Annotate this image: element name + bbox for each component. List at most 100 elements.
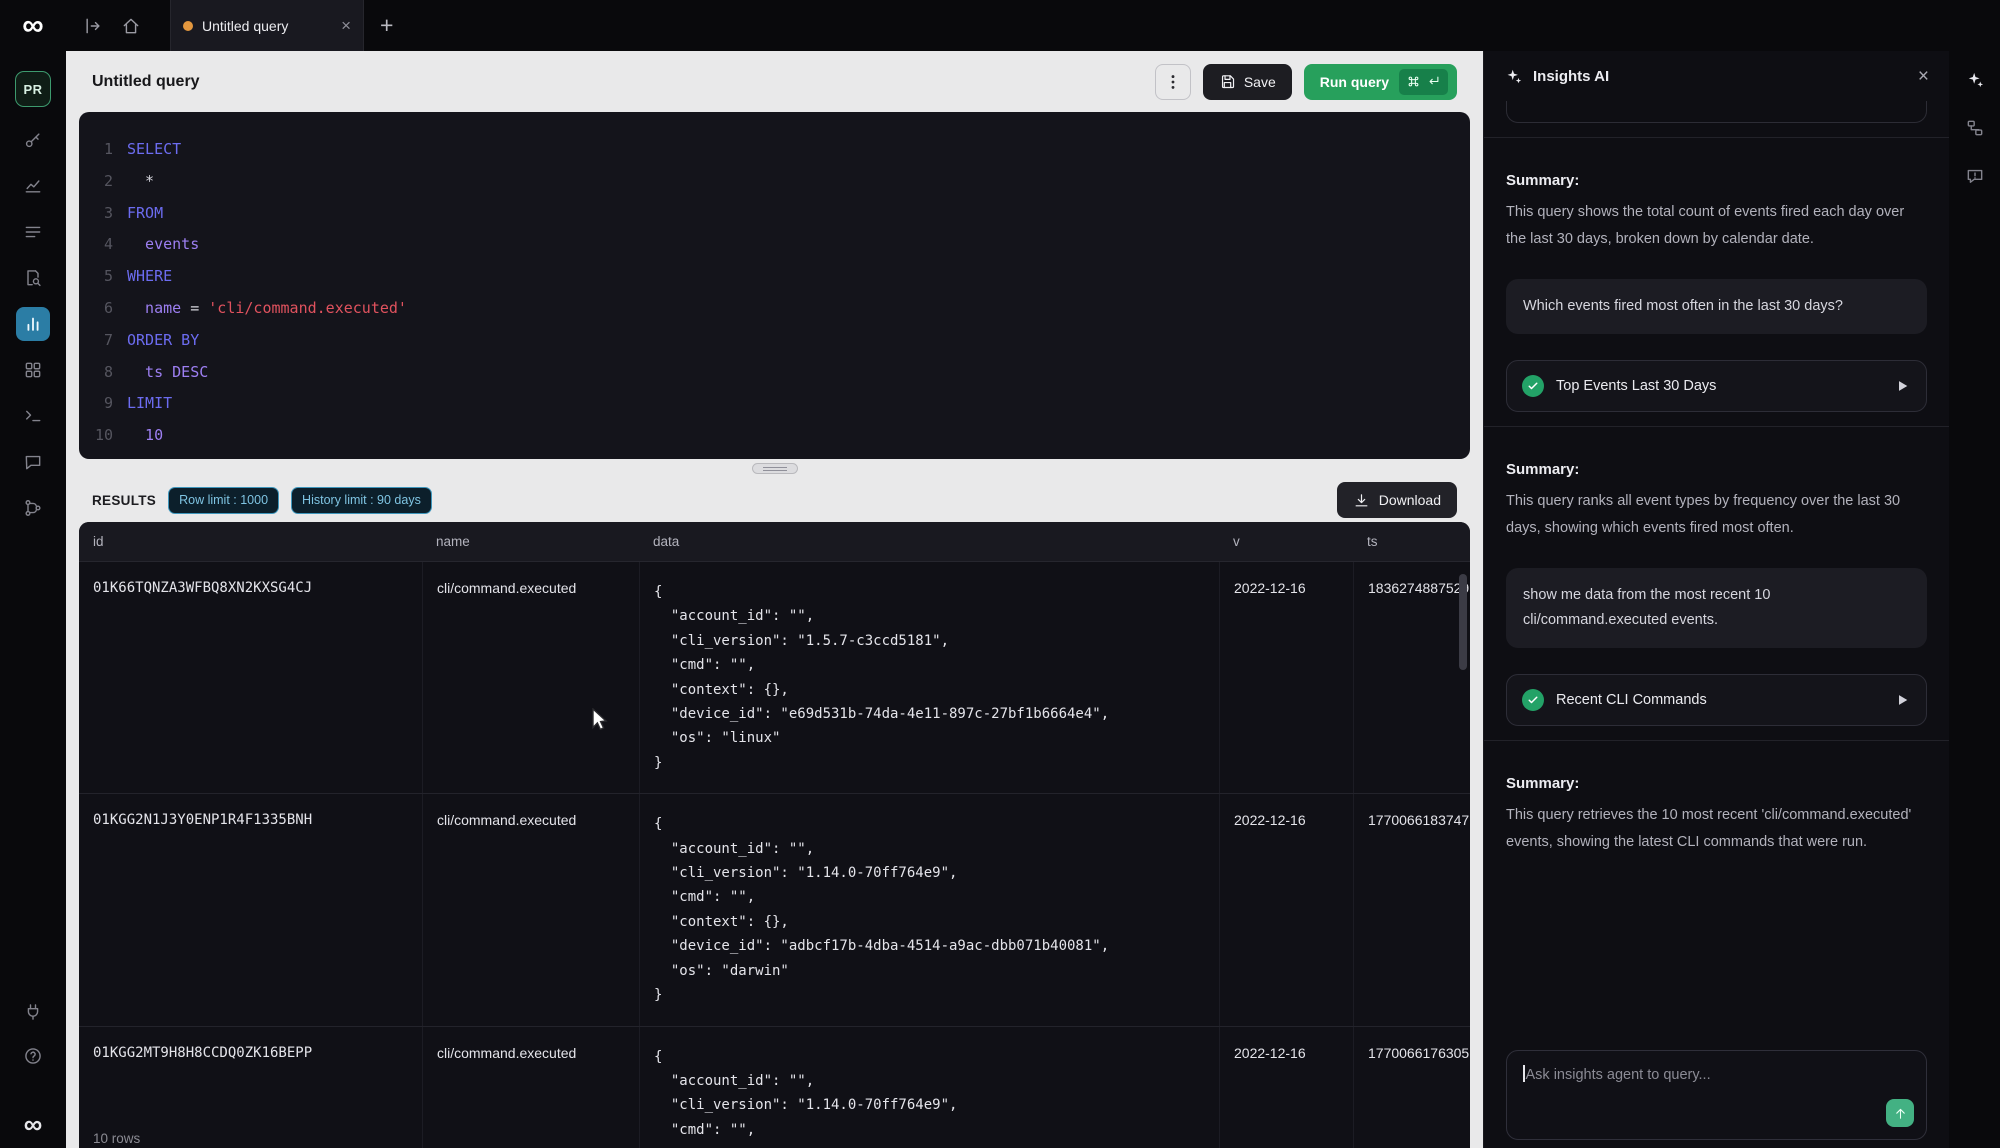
cell-data: { "account_id": "", "cli_version": "1.14… [639, 1027, 1219, 1148]
insights-input[interactable]: Ask insights agent to query... [1506, 1050, 1927, 1140]
save-button[interactable]: Save [1203, 64, 1292, 100]
row-count: 10 rows [93, 1131, 140, 1146]
sidebar-item-plug[interactable] [16, 995, 50, 1029]
play-icon[interactable] [1893, 691, 1911, 709]
tab-title: Untitled query [202, 18, 332, 34]
splitter-row [66, 459, 1483, 478]
summary-text: This query ranks all event types by freq… [1506, 488, 1927, 542]
new-tab-button[interactable]: + [380, 14, 393, 37]
footer-logo: ∞ [24, 1109, 43, 1140]
workspace-avatar[interactable]: PR [15, 71, 51, 107]
insights-ai-panel: Insights AI × Summary:This query shows t… [1483, 51, 1949, 1148]
line-number: 6 [79, 293, 113, 325]
summary-title: Summary: [1506, 775, 1927, 792]
column-header-ts[interactable]: ts [1353, 534, 1470, 549]
right-rail-item-hierarchy[interactable] [1958, 111, 1992, 145]
key-icon [23, 130, 43, 150]
home-button[interactable] [114, 9, 148, 43]
main-area: Untitled query Save Run query 1234567891… [66, 51, 1483, 1148]
kebab-icon [1163, 72, 1183, 92]
column-header-v[interactable]: v [1219, 534, 1353, 549]
line-number: 2 [79, 166, 113, 198]
collapse-sidebar-button[interactable] [76, 9, 110, 43]
results-toolbar: RESULTS Row limit : 1000History limit : … [66, 478, 1483, 522]
cell-ts: 1770066176305 [1353, 1027, 1470, 1148]
sidebar-item-help[interactable] [16, 1039, 50, 1073]
query-card[interactable]: Top Events Last 30 Days [1506, 360, 1927, 412]
insights-icon-slot [1504, 67, 1523, 86]
query-card-label: Top Events Last 30 Days [1556, 378, 1881, 394]
sidebar-item-grid[interactable] [16, 353, 50, 387]
cell-data: { "account_id": "", "cli_version": "1.5.… [639, 562, 1219, 793]
sidebar-item-key[interactable] [16, 123, 50, 157]
insights-title: Insights AI [1533, 68, 1609, 85]
unsaved-dot-icon [183, 21, 193, 31]
query-card[interactable]: Recent CLI Commands [1506, 674, 1927, 726]
resize-handle[interactable] [752, 463, 798, 474]
line-number: 1 [79, 134, 113, 166]
play-icon[interactable] [1893, 377, 1911, 395]
code-line: LIMIT [127, 388, 1470, 420]
send-button[interactable] [1886, 1099, 1914, 1127]
close-tab-icon[interactable]: × [341, 17, 351, 34]
sparkles-icon [1504, 67, 1523, 86]
run-query-button[interactable]: Run query [1304, 64, 1457, 100]
sql-editor[interactable]: 12345678910 SELECT *FROM eventsWHERE nam… [79, 112, 1470, 459]
cell-name: cli/command.executed [422, 562, 639, 793]
table-row[interactable]: 01KGG2MT9H8H8CCDQ0ZK16BEPPcli/command.ex… [79, 1027, 1470, 1148]
line-number: 4 [79, 229, 113, 261]
right-sidebar [1949, 51, 2000, 1148]
cell-ts: 1836274887529 [1353, 562, 1470, 793]
more-options-button[interactable] [1155, 64, 1191, 100]
divider [1484, 426, 1949, 427]
sidebar-item-chart-line[interactable] [16, 169, 50, 203]
column-header-data[interactable]: data [639, 534, 1219, 549]
limit-badge[interactable]: Row limit : 1000 [168, 487, 279, 514]
code-line: * [127, 166, 1470, 198]
summary-title: Summary: [1506, 461, 1927, 478]
sparkles-icon [1965, 70, 1985, 90]
column-header-id[interactable]: id [79, 534, 422, 549]
close-insights-icon[interactable]: × [1918, 67, 1929, 86]
sidebar-item-flow[interactable] [16, 491, 50, 525]
download-button[interactable]: Download [1337, 482, 1457, 518]
line-number: 3 [79, 198, 113, 230]
sidebar-item-bar-chart[interactable] [16, 307, 50, 341]
table-row[interactable]: 01KGG2N1J3Y0ENP1R4F1335BNHcli/command.ex… [79, 794, 1470, 1026]
sql-code: SELECT *FROM eventsWHERE name = 'cli/com… [127, 134, 1470, 459]
tab-bar: Untitled query × + [66, 0, 2000, 51]
code-line: ORDER BY [127, 325, 1470, 357]
check-icon [1527, 380, 1539, 392]
right-rail-item-comment[interactable] [1958, 159, 1992, 193]
tab-untitled-query[interactable]: Untitled query × [170, 0, 364, 51]
run-label: Run query [1320, 74, 1389, 90]
code-line: events [127, 229, 1470, 261]
table-row[interactable]: 01K66TQNZA3WFBQ8XN2KXSG4CJcli/command.ex… [79, 562, 1470, 794]
column-header-name[interactable]: name [422, 534, 639, 549]
sidebar-item-chat[interactable] [16, 445, 50, 479]
sidebar-item-rows[interactable] [16, 215, 50, 249]
table-scrollbar[interactable] [1459, 574, 1467, 670]
cell-id: 01KGG2MT9H8H8CCDQ0ZK16BEPP [79, 1027, 422, 1148]
sidebar-item-doc-search[interactable] [16, 261, 50, 295]
app-logo[interactable]: ∞ [0, 0, 66, 51]
cell-data: { "account_id": "", "cli_version": "1.14… [639, 794, 1219, 1025]
sidebar-nav [16, 123, 50, 525]
bar-chart-icon [23, 314, 43, 334]
return-icon [1426, 74, 1441, 89]
check-icon [1527, 694, 1539, 706]
right-rail-item-sparkles[interactable] [1958, 63, 1992, 97]
insights-conversation: Summary:This query shows the total count… [1484, 101, 1949, 1036]
sidebar-item-terminal[interactable] [16, 399, 50, 433]
grid-icon [23, 360, 43, 380]
code-line: FROM [127, 198, 1470, 230]
comment-icon [1965, 166, 1985, 186]
left-sidebar: ∞ PR ∞ [0, 0, 66, 1148]
line-number: 8 [79, 357, 113, 389]
text-caret [1523, 1065, 1525, 1082]
input-placeholder: Ask insights agent to query... [1526, 1067, 1711, 1083]
insights-header: Insights AI × [1484, 51, 1949, 101]
chat-icon [23, 452, 43, 472]
sidebar-bottom: ∞ [16, 995, 50, 1148]
limit-badge[interactable]: History limit : 90 days [291, 487, 432, 514]
